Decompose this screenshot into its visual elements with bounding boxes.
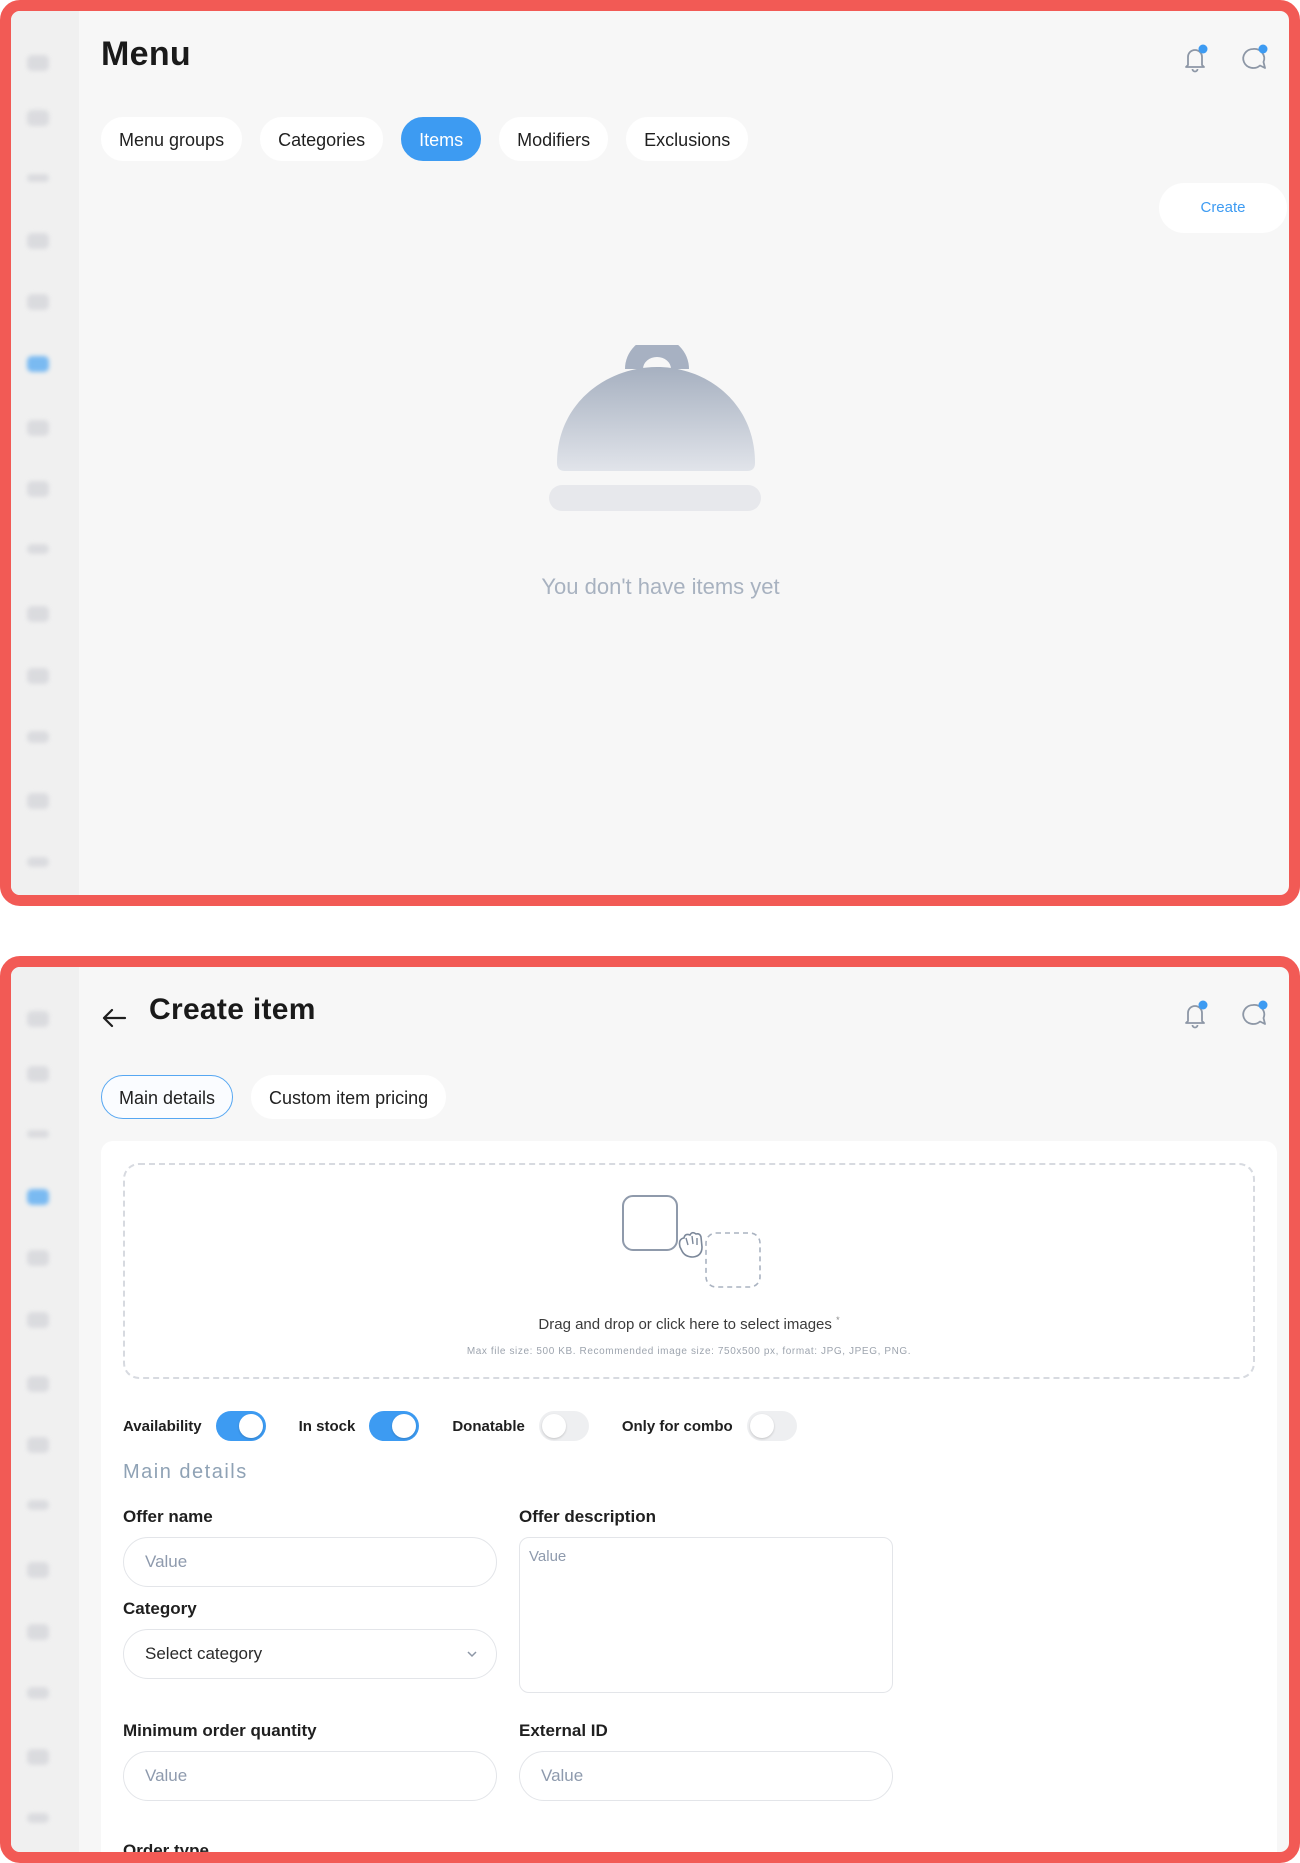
sidebar-item-4[interactable] xyxy=(27,233,49,249)
tab-main-details[interactable]: Main details xyxy=(101,1075,234,1119)
toggle-knob xyxy=(749,1414,774,1438)
toggle-knob xyxy=(238,1414,263,1438)
tab-modifiers[interactable]: Modifiers xyxy=(499,117,609,161)
sidebar-item-11[interactable] xyxy=(27,1624,49,1640)
sidebar-item-5[interactable] xyxy=(27,294,49,310)
empty-state-text: You don't have items yet xyxy=(541,574,780,599)
create-button[interactable]: Create xyxy=(1159,183,1287,233)
back-arrow-icon[interactable] xyxy=(99,1005,129,1031)
bell-icon[interactable] xyxy=(1177,997,1213,1031)
sidebar-item-10[interactable] xyxy=(27,1562,49,1578)
category-select-value: Select category xyxy=(145,1644,263,1663)
offer-description-field[interactable]: Value xyxy=(519,1537,893,1693)
bell-icon[interactable] xyxy=(1177,41,1213,75)
offer-name-label: Offer name xyxy=(123,1507,213,1526)
donatable-label: Donatable xyxy=(452,1417,525,1435)
toggle-knob xyxy=(392,1414,417,1438)
sidebar-item-1[interactable] xyxy=(27,1011,49,1027)
sidebar-item-9[interactable] xyxy=(27,544,49,554)
toggle-row: Availability In stock Donatable Only for… xyxy=(123,1411,830,1441)
main-content: Create item Main details Custom item pri… xyxy=(79,967,1289,1852)
sidebar-item-14[interactable] xyxy=(27,857,49,867)
main-content: Menu Menu groups Categories Items Modifi… xyxy=(79,11,1289,895)
order-type-label: Order type xyxy=(123,1841,209,1860)
min-order-qty-label: Minimum order quantity xyxy=(123,1721,317,1740)
sidebar-item-13[interactable] xyxy=(27,1749,49,1765)
offer-name-field[interactable]: Value xyxy=(123,1537,497,1587)
dropzone-text: Drag and drop or click here to select im… xyxy=(125,1315,1253,1333)
create-item-form: Drag and drop or click here to select im… xyxy=(101,1141,1277,1852)
tab-items[interactable]: Items xyxy=(401,117,482,161)
min-order-qty-field[interactable]: Value xyxy=(123,1751,497,1801)
tab-menu-groups[interactable]: Menu groups xyxy=(101,117,243,161)
sidebar-item-14[interactable] xyxy=(27,1813,49,1823)
section-title: Main details xyxy=(123,1461,248,1483)
category-label: Category xyxy=(123,1599,197,1618)
image-dropzone[interactable]: Drag and drop or click here to select im… xyxy=(123,1163,1255,1379)
external-id-label: External ID xyxy=(519,1721,608,1740)
sidebar-item-10[interactable] xyxy=(27,606,49,622)
sidebar-item-1[interactable] xyxy=(27,55,49,71)
sidebar-item-menu[interactable] xyxy=(27,1189,49,1205)
sidebar xyxy=(11,967,79,1852)
tab-custom-item-pricing[interactable]: Custom item pricing xyxy=(251,1075,447,1119)
menu-items-screen: Menu Menu groups Categories Items Modifi… xyxy=(0,0,1300,906)
chat-icon[interactable] xyxy=(1235,997,1271,1031)
image-drop-icon xyxy=(622,1195,761,1288)
sidebar-item-11[interactable] xyxy=(27,668,49,684)
sidebar-item-2[interactable] xyxy=(27,1066,49,1082)
only-for-combo-toggle[interactable] xyxy=(746,1411,797,1441)
sidebar-item-3[interactable] xyxy=(27,1130,49,1138)
page-title: Menu xyxy=(101,35,191,73)
dropzone-label: Drag and drop or click here to select im… xyxy=(538,1316,832,1333)
required-mark: * xyxy=(836,1315,840,1325)
sidebar-item-12[interactable] xyxy=(27,1687,49,1699)
availability-label: Availability xyxy=(123,1417,202,1435)
sidebar-item-2[interactable] xyxy=(27,110,49,126)
sidebar-item-13[interactable] xyxy=(27,793,49,809)
sidebar-item-menu[interactable] xyxy=(27,356,49,372)
sidebar-item-12[interactable] xyxy=(27,731,49,743)
availability-toggle[interactable] xyxy=(215,1411,266,1441)
sidebar-item-5[interactable] xyxy=(27,1250,49,1266)
sidebar xyxy=(11,11,79,895)
chevron-down-icon xyxy=(467,1651,477,1658)
sidebar-item-7[interactable] xyxy=(27,420,49,436)
only-for-combo-label: Only for combo xyxy=(621,1417,733,1435)
toggle-knob xyxy=(541,1414,566,1438)
in-stock-toggle[interactable] xyxy=(369,1411,420,1441)
offer-description-label: Offer description xyxy=(519,1507,656,1526)
dropzone-hint: Max file size: 500 KB. Recommended image… xyxy=(466,1346,912,1357)
sidebar-item-6[interactable] xyxy=(27,1312,49,1328)
donatable-toggle[interactable] xyxy=(538,1411,589,1441)
tab-categories[interactable]: Categories xyxy=(260,117,384,161)
in-stock-label: In stock xyxy=(298,1417,356,1435)
sidebar-item-7[interactable] xyxy=(27,1376,49,1392)
external-id-field[interactable]: Value xyxy=(519,1751,893,1801)
sidebar-item-9[interactable] xyxy=(27,1500,49,1510)
create-item-screen: Create item Main details Custom item pri… xyxy=(0,956,1300,1863)
create-item-tabs: Main details Custom item pricing xyxy=(101,1075,447,1119)
sidebar-item-3[interactable] xyxy=(27,174,49,182)
cloche-icon xyxy=(549,345,761,511)
tab-exclusions[interactable]: Exclusions xyxy=(626,117,749,161)
sidebar-item-8[interactable] xyxy=(27,1437,49,1453)
category-select[interactable]: Select category xyxy=(123,1629,497,1679)
page-title: Create item xyxy=(149,993,316,1026)
menu-tabs: Menu groups Categories Items Modifiers E… xyxy=(101,117,749,161)
sidebar-item-8[interactable] xyxy=(27,481,49,497)
chat-icon[interactable] xyxy=(1235,41,1271,75)
